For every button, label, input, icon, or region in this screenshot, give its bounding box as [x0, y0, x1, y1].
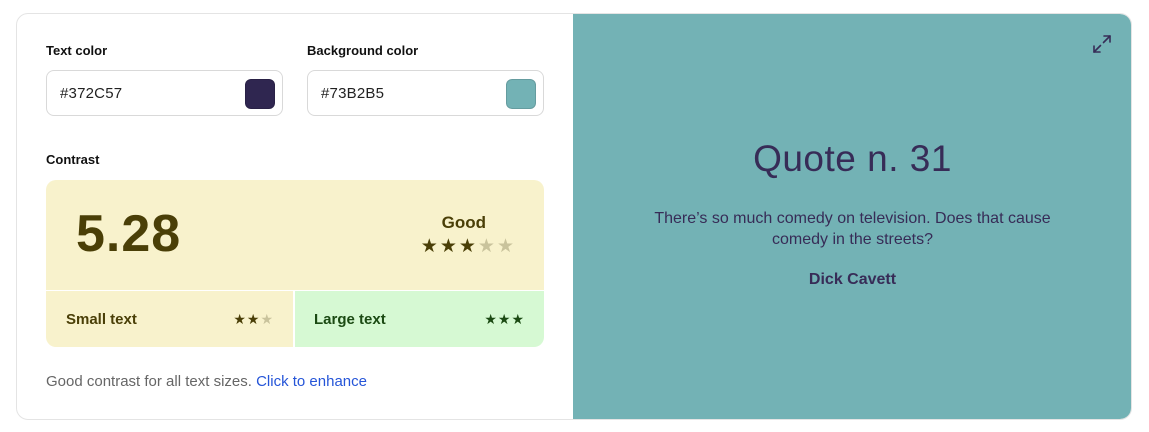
text-color-field[interactable]: #372C57 [46, 70, 283, 116]
controls-panel: Text color #372C57 Background color #73B… [17, 14, 573, 419]
contrast-ratio-panel: 5.28 Good ★ ★ ★ ★ ★ [46, 180, 544, 290]
star-filled-icon: ★ [497, 311, 511, 327]
star-filled-icon: ★ [484, 311, 497, 327]
star-filled-icon: ★ [233, 311, 246, 327]
contrast-label: Contrast [46, 152, 100, 167]
star-empty-icon: ★ [260, 311, 273, 327]
contrast-rating-label: Good [441, 213, 486, 232]
contrast-result: 5.28 Good ★ ★ ★ ★ ★ Small text ★ ★ ★ Large tex… [46, 180, 544, 347]
background-color-label: Background color [307, 43, 419, 58]
preview-panel: Quote n. 31 There’s so much comedy on te… [573, 14, 1131, 419]
text-color-swatch[interactable] [245, 79, 275, 109]
contrast-checker-card: Text color #372C57 Background color #73B… [16, 13, 1132, 420]
star-filled-icon: ★ [458, 236, 476, 257]
star-filled-icon: ★ [439, 236, 457, 257]
contrast-rating-stars: ★ ★ ★ ★ ★ [421, 237, 514, 256]
background-color-value[interactable]: #73B2B5 [321, 85, 384, 102]
large-text-rating: Large text ★ ★ ★ [295, 291, 544, 347]
small-text-rating: Small text ★ ★ ★ [46, 291, 293, 347]
star-empty-icon: ★ [496, 236, 514, 257]
enhance-link[interactable]: Click to enhance [256, 373, 367, 390]
text-color-label: Text color [46, 43, 108, 58]
expand-icon[interactable] [1092, 34, 1112, 54]
star-filled-icon: ★ [511, 311, 524, 327]
contrast-ratio-value: 5.28 [76, 205, 182, 263]
text-color-value[interactable]: #372C57 [60, 85, 122, 102]
star-filled-icon: ★ [420, 236, 438, 257]
star-filled-icon: ★ [246, 311, 260, 327]
large-text-label: Large text [314, 310, 386, 328]
quote-title: Quote n. 31 [753, 138, 952, 179]
background-color-swatch[interactable] [506, 79, 536, 109]
quote-text: There’s so much comedy on television. Do… [654, 210, 1051, 248]
small-text-stars: ★ ★ ★ [233, 312, 273, 326]
background-color-field[interactable]: #73B2B5 [307, 70, 544, 116]
contrast-summary: Good contrast for all text sizes. Click … [46, 373, 367, 390]
large-text-stars: ★ ★ ★ [484, 312, 524, 326]
quote-author: Dick Cavett [808, 271, 897, 288]
star-empty-icon: ★ [477, 236, 495, 257]
small-text-label: Small text [66, 310, 137, 328]
contrast-message: Good contrast for all text sizes. [46, 373, 252, 390]
